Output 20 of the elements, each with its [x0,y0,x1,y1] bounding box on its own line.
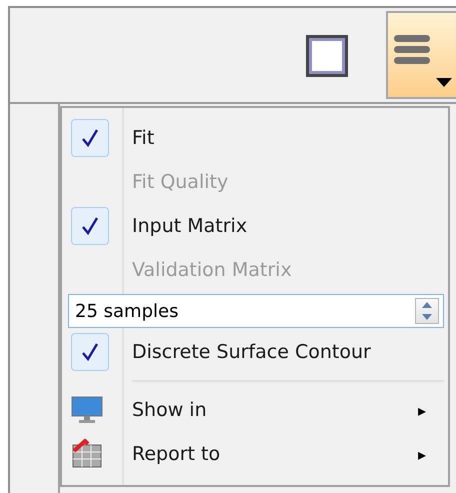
menu-item[interactable]: Input Matrix [132,215,448,237]
menu-item[interactable]: Discrete Surface Contour [132,341,448,363]
checkbox[interactable] [71,207,109,245]
check-icon [81,216,99,236]
caret-icon [436,78,452,87]
menu-item[interactable]: Report to [132,443,418,465]
submenu-arrow: ▸ [418,400,426,420]
spinner-arrows-icon[interactable] [415,298,439,324]
menu-item[interactable]: Fit [132,127,448,149]
samples-field[interactable]: 25 samples [68,294,444,328]
checkbox[interactable] [71,119,109,157]
square-button[interactable] [306,35,348,77]
spreadsheet-icon [71,439,103,469]
check-icon [81,342,99,362]
submenu-arrow: ▸ [418,444,426,464]
check-icon [81,128,99,148]
checkbox[interactable] [71,333,109,371]
menu-button[interactable] [386,11,456,99]
menu-item[interactable]: Show in [132,399,418,421]
monitor-icon [71,395,103,425]
